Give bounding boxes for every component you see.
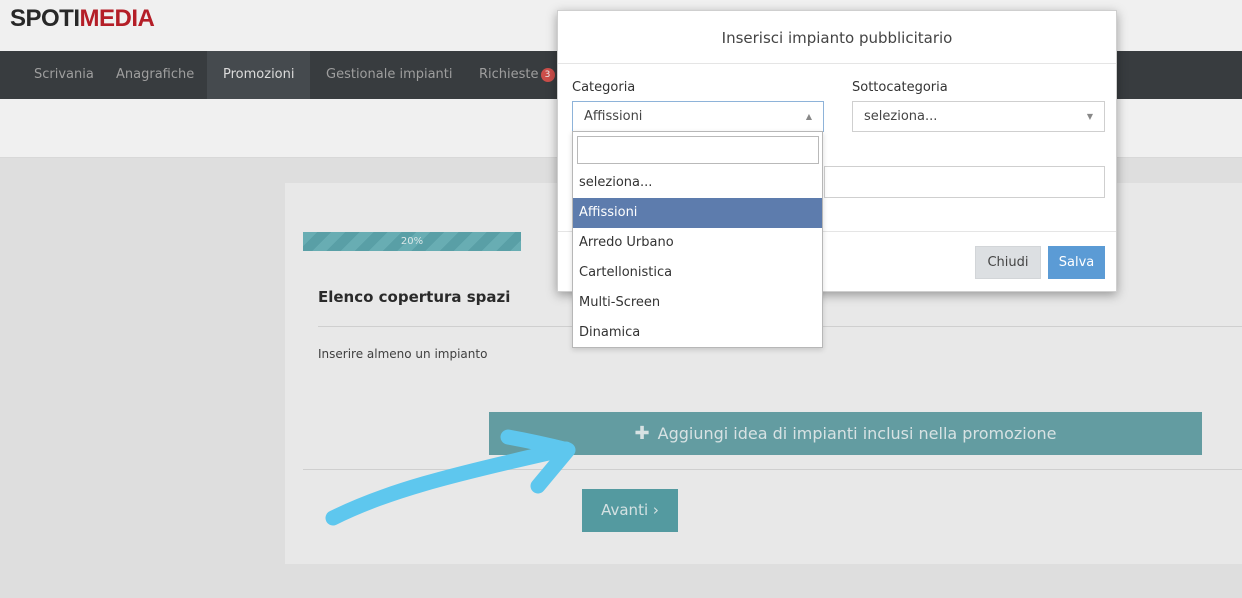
name-input[interactable] <box>824 166 1105 198</box>
subcategory-select[interactable]: seleziona... ▼ <box>852 101 1105 132</box>
chevron-up-icon: ▲ <box>805 112 812 121</box>
dropdown-option-multi-screen[interactable]: Multi-Screen <box>573 288 822 318</box>
dropdown-option-arredo-urbano[interactable]: Arredo Urbano <box>573 228 822 258</box>
category-label: Categoria <box>572 80 636 95</box>
save-button[interactable]: Salva <box>1048 246 1105 279</box>
category-select[interactable]: Affissioni ▲ <box>572 101 824 132</box>
dropdown-search-input[interactable] <box>577 136 819 164</box>
category-dropdown: seleziona... Affissioni Arredo Urbano Ca… <box>572 131 823 348</box>
dropdown-option-seleziona[interactable]: seleziona... <box>573 168 822 198</box>
chevron-down-icon: ▼ <box>1086 112 1093 121</box>
dropdown-option-dinamica[interactable]: Dinamica <box>573 318 822 348</box>
dropdown-option-affissioni[interactable]: Affissioni <box>573 198 822 228</box>
close-button[interactable]: Chiudi <box>975 246 1041 279</box>
modal-title: Inserisci impianto pubblicitario <box>558 11 1116 64</box>
dropdown-option-cartellonistica[interactable]: Cartellonistica <box>573 258 822 288</box>
subcategory-label: Sottocategoria <box>852 80 948 95</box>
